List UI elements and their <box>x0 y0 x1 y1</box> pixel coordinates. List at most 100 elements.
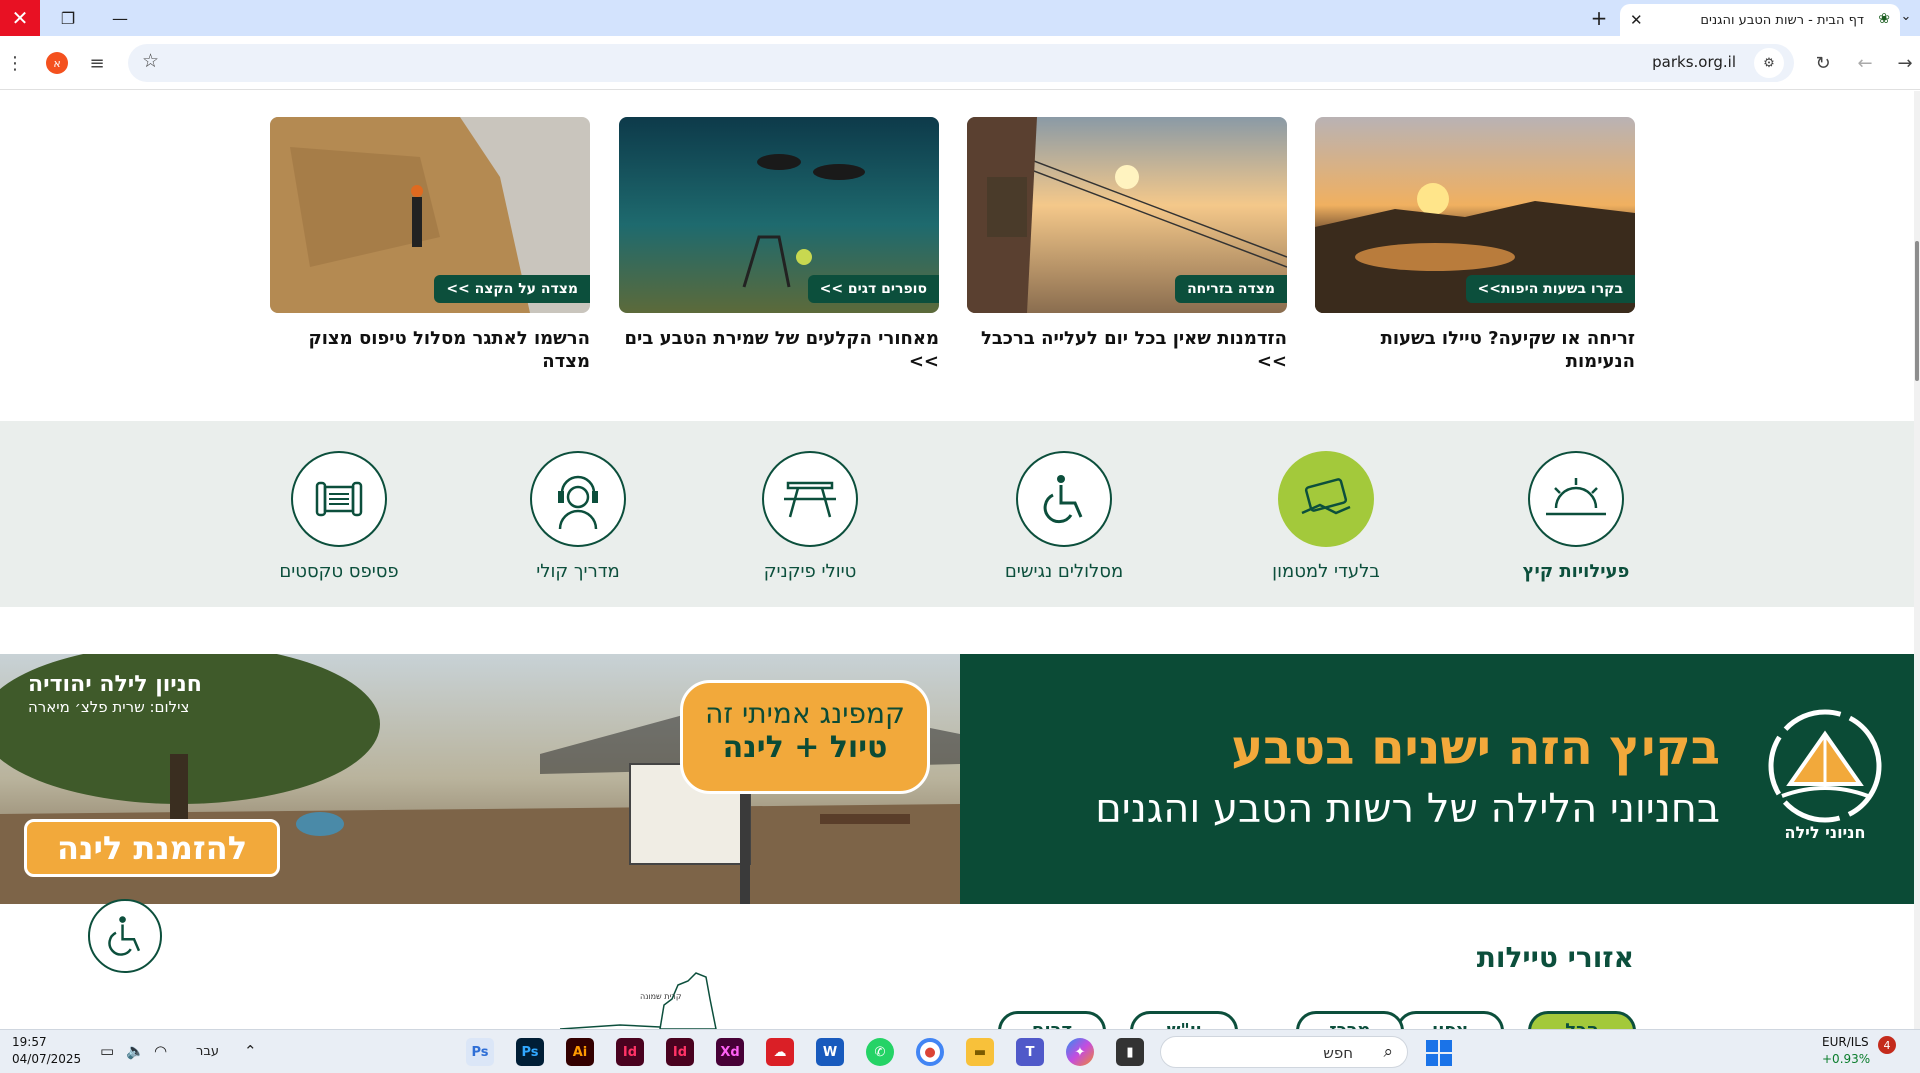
region-chip-judea-samaria[interactable]: יו"ש <box>1130 1011 1238 1029</box>
terminal-icon[interactable]: ▮ <box>1116 1038 1144 1066</box>
taskbar-search[interactable]: ⌕ חפש <box>1160 1036 1408 1068</box>
book-lodging-button[interactable]: להזמנת לינה <box>24 819 280 877</box>
region-chip-north[interactable]: צפון <box>1396 1011 1504 1029</box>
article-card[interactable]: מצדה בזריחה הזדמנות שאין בכל יום לעלייה … <box>967 117 1287 373</box>
teams-icon[interactable]: T <box>1016 1038 1044 1066</box>
back-arrow-icon[interactable]: ← <box>1850 48 1880 78</box>
article-title[interactable]: זריחה או שקיעה? טיילו בשעות הנעימות <box>1315 327 1635 373</box>
page-scrollbar[interactable] <box>1914 91 1920 1029</box>
service-label[interactable]: פעילויות קיץ <box>1496 561 1656 582</box>
wheelchair-icon <box>108 916 141 956</box>
service-label[interactable]: מדריך קולי <box>498 561 658 582</box>
illustrator-icon[interactable]: Ai <box>566 1038 594 1066</box>
reading-list-icon[interactable]: ≡ <box>82 48 112 78</box>
accessibility-button[interactable] <box>88 899 162 973</box>
article-title[interactable]: הרשמו לאתגר מסלול טיפוס מצוק מצדה <box>270 327 591 373</box>
banner-subheadline: בחניוני הלילה של רשות הטבע והגנים <box>1095 786 1720 832</box>
stock-widget[interactable]: EUR/ILS +0.93% <box>1822 1034 1870 1068</box>
article-badge[interactable]: סופרים דגים >> <box>807 275 939 303</box>
scroll-icon[interactable] <box>291 451 387 547</box>
window-restore-button[interactable]: ❐ <box>42 0 94 36</box>
volume-icon[interactable]: 🔈 <box>126 1042 145 1060</box>
article-image-masada-cablecar[interactable]: מצדה בזריחה <box>967 117 1287 313</box>
indesign-2-icon[interactable]: Id <box>666 1038 694 1066</box>
article-card[interactable]: בקרו בשעות היפות>> זריחה או שקיעה? טיילו… <box>1315 117 1635 373</box>
xd-icon[interactable]: Xd <box>716 1038 744 1066</box>
service-audio-guide[interactable]: מדריך קולי <box>498 451 658 582</box>
url-text[interactable]: parks.org.il <box>1652 53 1736 71</box>
menu-kebab-icon[interactable]: ⋮ <box>0 48 30 78</box>
speech-bubble: קמפינג אמיתי זה טיול + לינה <box>680 680 930 794</box>
whatsapp-icon[interactable]: ✆ <box>866 1038 894 1066</box>
site-favicon-icon: ❀ <box>1878 11 1890 27</box>
file-explorer-icon[interactable]: ▬ <box>966 1038 994 1066</box>
service-label[interactable]: מסלולים נגישים <box>984 561 1144 582</box>
night-camping-banner[interactable]: חניון לילה יהודיה צילום: שרית פלצ׳ מיארה… <box>0 654 1920 904</box>
site-info-icon[interactable]: ⚙ <box>1754 48 1784 78</box>
regions-map[interactable]: קרית שמונה <box>560 969 740 1029</box>
taskbar-clock[interactable]: 19:57 04/07/2025 <box>12 1034 81 1068</box>
tab-list-chevron-icon[interactable]: ⌄ <box>1894 2 1918 30</box>
article-image-cliff-climb[interactable]: מצדה על הקצה >> <box>270 117 590 313</box>
chrome-icon[interactable]: ● <box>916 1038 944 1066</box>
wheelchair-icon[interactable] <box>1016 451 1112 547</box>
clock-time: 19:57 <box>12 1035 47 1049</box>
profile-avatar[interactable]: א <box>46 52 68 74</box>
windows-start-icon[interactable] <box>1426 1040 1452 1066</box>
indesign-icon[interactable]: Id <box>616 1038 644 1066</box>
card-hand-icon[interactable] <box>1278 451 1374 547</box>
tab-title: דף הבית - רשות הטבע והגנים <box>1700 12 1864 28</box>
word-icon[interactable]: W <box>816 1038 844 1066</box>
creative-cloud-icon[interactable]: ☁ <box>766 1038 794 1066</box>
new-tab-button[interactable]: + <box>1584 4 1614 32</box>
battery-icon[interactable]: ▭ <box>100 1042 114 1060</box>
article-title[interactable]: הזדמנות שאין בכל יום לעלייה ברכבל >> <box>967 327 1287 373</box>
article-card[interactable]: סופרים דגים >> מאחורי הקלעים של שמירת הט… <box>619 117 939 373</box>
scrollbar-thumb[interactable] <box>1915 241 1919 381</box>
photo-caption: חניון לילה יהודיה <box>28 672 202 697</box>
service-picnic[interactable]: טיולי פיקניק <box>730 451 890 582</box>
service-label[interactable]: טיולי פיקניק <box>730 561 890 582</box>
article-badge[interactable]: בקרו בשעות היפות>> <box>1465 275 1635 303</box>
headphones-person-icon[interactable] <box>530 451 626 547</box>
photoshop-express-icon[interactable]: Ps <box>466 1038 494 1066</box>
region-chip-south[interactable]: דרום <box>998 1011 1106 1029</box>
banner-headline: בקיץ הזה ישנים בטבע <box>1231 720 1720 776</box>
article-image-divers[interactable]: סופרים דגים >> <box>619 117 939 313</box>
tray-overflow-chevron-icon[interactable]: ⌃ <box>244 1042 257 1060</box>
service-cache-exclusive[interactable]: בלעדי למטמון <box>1246 451 1406 582</box>
input-language[interactable]: עבר <box>196 1044 219 1059</box>
sunrise-icon[interactable] <box>1528 451 1624 547</box>
search-icon: ⌕ <box>1383 1042 1393 1062</box>
service-summer-activities[interactable]: פעילויות קיץ <box>1496 451 1656 582</box>
search-placeholder: חפש <box>1323 1044 1353 1062</box>
article-card[interactable]: מצדה על הקצה >> הרשמו לאתגר מסלול טיפוס … <box>270 117 590 373</box>
picnic-table-icon[interactable] <box>762 451 858 547</box>
article-badge[interactable]: מצדה בזריחה <box>1175 275 1287 303</box>
banner-green-panel: בקיץ הזה ישנים בטבע בחניוני הלילה של רשו… <box>960 654 1920 904</box>
service-mosaic-texts[interactable]: פסיפס טקסטים <box>259 451 419 582</box>
photoshop-icon[interactable]: Ps <box>516 1038 544 1066</box>
wifi-icon[interactable]: ◠ <box>154 1042 167 1060</box>
article-badge[interactable]: מצדה על הקצה >> <box>434 275 590 303</box>
address-bar[interactable]: ☆ parks.org.il ⚙ <box>128 44 1794 82</box>
service-label[interactable]: פסיפס טקסטים <box>259 561 419 582</box>
service-accessible-trails[interactable]: מסלולים נגישים <box>984 451 1144 582</box>
active-tab[interactable]: ❀ דף הבית - רשות הטבע והגנים ✕ <box>1620 4 1900 36</box>
tab-close-icon[interactable]: ✕ <box>1630 11 1643 29</box>
window-close-button[interactable]: ✕ <box>0 0 40 36</box>
bookmark-star-icon[interactable]: ☆ <box>142 50 159 72</box>
camping-photo: חניון לילה יהודיה צילום: שרית פלצ׳ מיארה… <box>0 654 960 904</box>
forward-arrow-icon[interactable]: → <box>1890 48 1920 78</box>
region-chip-all[interactable]: הכל <box>1528 1011 1636 1029</box>
service-label[interactable]: בלעדי למטמון <box>1246 561 1406 582</box>
article-title[interactable]: מאחורי הקלעים של שמירת הטבע בים >> <box>619 327 940 373</box>
window-minimize-button[interactable]: — <box>94 0 146 36</box>
night-camps-logo-icon: חניוני לילה <box>1768 709 1882 842</box>
reload-icon[interactable]: ↻ <box>1808 48 1838 78</box>
article-image-sunset[interactable]: בקרו בשעות היפות>> <box>1315 117 1635 313</box>
services-strip: פעילויות קיץ בלעדי למטמון מסלולים נגישים… <box>0 421 1914 607</box>
notification-badge[interactable]: 4 <box>1878 1036 1896 1054</box>
copilot-icon[interactable]: ✦ <box>1066 1038 1094 1066</box>
region-chip-center[interactable]: מרכז <box>1296 1011 1404 1029</box>
